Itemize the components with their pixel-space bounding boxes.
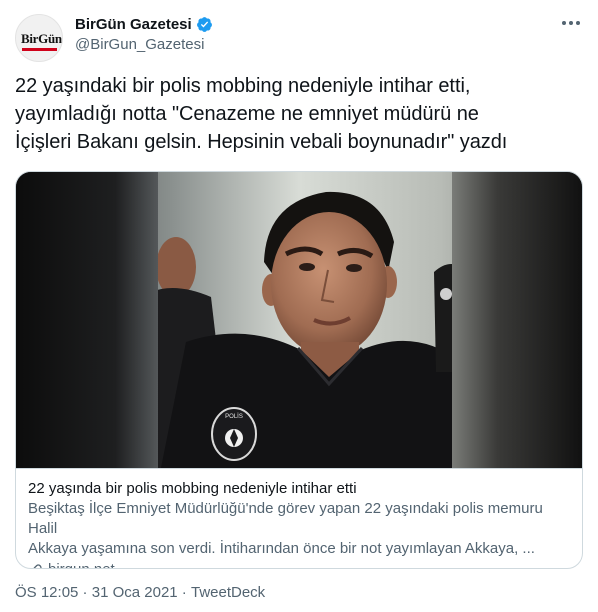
tweet-date[interactable]: 31 Oca 2021 (92, 584, 178, 601)
card-domain-row[interactable]: birgun.net (28, 560, 570, 568)
verified-badge-icon (196, 17, 212, 32)
name-row: BirGün Gazetesi (75, 16, 213, 33)
tweet-time[interactable]: ÖS 12:05 (15, 584, 78, 601)
card-photo[interactable]: POLİS (16, 172, 582, 468)
avatar-logo-underline (22, 48, 57, 51)
user-handle[interactable]: @BirGun_Gazetesi (75, 36, 204, 53)
link-preview-card[interactable]: POLİS 22 yaşında bir polis mobbing neden… (15, 171, 583, 569)
tweet-header: BirGün BirGün Gazetesi @BirGun_Gazetesi (15, 10, 583, 62)
card-description: Beşiktaş İlçe Emniyet Müdürlüğü'nde göre… (28, 499, 570, 559)
tweet-meta: ÖS 12:05 · 31 Oca 2021 · TweetDeck (15, 584, 265, 601)
tweet-text: 22 yaşındaki bir polis mobbing nedeniyle… (15, 72, 583, 156)
tweet-text-line: yayımladığı notta "Cenazeme ne emniyet m… (15, 103, 479, 125)
meta-separator: · (78, 584, 92, 601)
avatar-logo-text: BirGün (21, 31, 62, 46)
card-description-line: Beşiktaş İlçe Emniyet Müdürlüğü'nde göre… (28, 500, 543, 537)
meta-separator: · (177, 584, 191, 601)
card-title[interactable]: 22 yaşında bir polis mobbing nedeniyle i… (28, 479, 570, 499)
card-domain[interactable]: birgun.net (48, 560, 115, 568)
display-name[interactable]: BirGün Gazetesi (75, 16, 192, 33)
card-description-line: Akkaya yaşamına son verdi. İntiharından … (28, 540, 535, 557)
tweet-source[interactable]: TweetDeck (191, 584, 265, 601)
more-options-icon[interactable] (559, 14, 583, 32)
card-body[interactable]: 22 yaşında bir polis mobbing nedeniyle i… (16, 468, 582, 568)
tweet-text-line: 22 yaşındaki bir polis mobbing nedeniyle… (15, 75, 471, 97)
badge-text: POLİS (225, 413, 243, 420)
avatar[interactable]: BirGün (15, 14, 63, 62)
link-icon (33, 564, 42, 568)
tweet-text-line: İçişleri Bakanı gelsin. Hepsinin vebali … (15, 131, 508, 153)
